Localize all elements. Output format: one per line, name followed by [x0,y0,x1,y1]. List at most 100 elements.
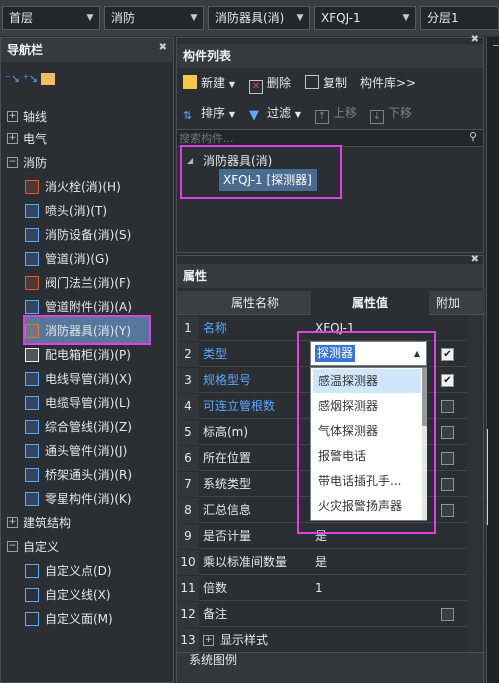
extra-checkbox[interactable] [441,478,454,491]
expand-icon[interactable]: + [203,635,214,646]
nav-group-electric[interactable]: + 电气 [1,127,173,151]
nav-item-custom-2[interactable]: 自定义面(M) [1,607,173,631]
chevron-down-icon: ▼ [86,13,94,23]
canvas-line [493,45,499,48]
copy-button[interactable]: 复制 [305,72,347,94]
property-scrollbar[interactable] [467,315,483,652]
canvas-line [487,429,499,525]
extra-checkbox[interactable]: ✔ [441,348,454,361]
row-number: 8 [177,498,199,523]
layer-select[interactable]: 分层1 [420,6,499,30]
nav-item-label: 配电箱柜(消)(P) [45,348,131,362]
new-button[interactable]: 新建 ▼ [183,72,235,94]
property-row[interactable]: 11 倍数 1 [177,576,485,601]
property-value[interactable]: 1 [315,576,323,601]
nav-group-custom[interactable]: − 自定义 [1,535,173,559]
search-input[interactable] [179,130,459,146]
move-up-label: 上移 [333,106,358,120]
extra-checkbox[interactable] [441,426,454,439]
nav-item-custom-1[interactable]: 自定义线(X) [1,583,173,607]
nav-item-fire-9[interactable]: 电缆导管(消)(L) [1,391,173,415]
property-value[interactable]: 是 [315,550,327,575]
chevron-down-icon: ▼ [402,13,410,23]
move-down-button[interactable]: ↓ 下移 [370,102,412,124]
property-row[interactable]: 10 乘以标准间数量 是 [177,550,485,575]
nav-item-fire-1[interactable]: 喷头(消)(T) [1,199,173,223]
top-toolbar: 首层 ▼ 消防 ▼ 消防器具(消) ▼ XFQJ-1 ▼ 分层1 [0,0,499,36]
nav-item-fire-7[interactable]: 配电箱柜(消)(P) [1,343,173,367]
property-name: 系统类型 [203,477,252,491]
close-icon[interactable]: ✖ [471,254,479,265]
nav-group-building[interactable]: + 建筑结构 [1,511,173,535]
delete-button[interactable]: ✕ 删除 [249,72,291,94]
component-list-title: 构件列表 [177,44,483,68]
nav-item-fire-6[interactable]: 消防器具(消)(Y) [1,315,173,345]
properties-panel: 属性 ✖ 属性名称 属性值 附加 1名称XFQJ-12类型探测器✔3规格型号✔4… [176,254,485,683]
discipline-select-value: 消防 [111,11,136,25]
nav-item-fire-8[interactable]: 电线导管(消)(X) [1,367,173,391]
nav-item-fire-0[interactable]: 消火栓(消)(H) [1,175,173,199]
column-name-header: 属性名称 [230,296,279,310]
nav-item-fire-13[interactable]: 零星构件(消)(K) [1,487,173,511]
nav-item-custom-0[interactable]: 自定义点(D) [1,559,173,583]
floor-select[interactable]: 首层 ▼ [2,6,100,30]
nav-item-label: 喷头(消)(T) [45,204,108,218]
nav-item-fire-3[interactable]: 管道(消)(G) [1,247,173,271]
expand-icon[interactable]: + [7,133,18,144]
delete-label: 删除 [267,76,292,90]
extra-checkbox[interactable] [441,608,454,621]
component-select-value: XFQJ-1 [321,11,361,25]
expand-icon[interactable]: + [7,517,18,528]
component-select[interactable]: XFQJ-1 ▼ [314,6,416,30]
filter-button[interactable]: ▼ 过滤 ▼ [249,102,301,124]
library-button[interactable]: 构件库>> [360,72,416,94]
move-up-button[interactable]: ↑ 上移 [315,102,357,124]
extra-checkbox[interactable] [441,452,454,465]
row-number: 6 [177,446,199,471]
close-icon[interactable]: ✖ [471,34,479,45]
property-row[interactable]: 13 + 显示样式 [177,628,485,653]
drawing-canvas-edge[interactable] [486,37,499,683]
copy-icon [305,75,319,89]
nav-item-label: 消防器具(消)(Y) [45,324,132,338]
nav-item-label: 通头管件(消)(J) [45,444,128,458]
nav-group-label: 消防 [23,156,48,170]
nav-group-fire[interactable]: − 消防 [1,151,173,175]
extra-checkbox[interactable]: ✔ [441,374,454,387]
row-number: 4 [177,394,199,419]
collapse-icon[interactable]: − [7,541,18,552]
search-icon[interactable]: ⚲ [469,130,477,143]
nav-item-fire-11[interactable]: 通头管件(消)(J) [1,439,173,463]
nav-group-axis[interactable]: + 轴线 [1,105,173,129]
column-extra-header: 附加 [435,296,460,310]
nav-group-label: 自定义 [23,540,60,554]
property-grid-header: 属性名称 属性值 附加 [177,291,485,315]
collapse-all-icon[interactable]: ⁻↘ [5,72,20,85]
pin-icon[interactable]: ✖ [159,42,167,53]
discipline-select[interactable]: 消防 ▼ [104,6,204,30]
extra-checkbox[interactable] [441,504,454,517]
nav-group-label: 轴线 [23,110,48,124]
nav-group-label: 电气 [23,132,48,146]
nav-item-fire-12[interactable]: 桥架通头(消)(R) [1,463,173,487]
expand-all-icon[interactable]: ⁺↘ [23,72,38,85]
nav-item-label: 管道(消)(G) [45,252,110,266]
expand-icon[interactable]: + [7,111,18,122]
property-row[interactable]: 12 备注 [177,602,485,627]
category-select[interactable]: 消防器具(消) ▼ [208,6,310,30]
extra-checkbox[interactable] [441,400,454,413]
nav-item-fire-10[interactable]: 综合管线(消)(Z) [1,415,173,439]
sort-button[interactable]: ⇅ 排序 ▼ [183,102,235,124]
row-number: 3 [177,368,199,393]
arrow-up-icon: ↑ [315,110,329,124]
property-name: 名称 [203,321,228,335]
nav-item-fire-4[interactable]: 阀门法兰(消)(F) [1,271,173,295]
component-list-panel: 构件列表 ✖ 新建 ▼ ✕ 删除 复制 构件库>> ⇅ 排序 ▼ ▼ 过滤 ▼ ↑ 上移… [176,34,484,253]
row-number: 10 [177,550,199,575]
collapse-icon[interactable]: − [7,157,18,168]
pipe-joint-icon [25,444,39,458]
edit-icon[interactable] [41,73,55,85]
chevron-down-icon: ▼ [228,80,235,89]
nav-item-fire-2[interactable]: 消防设备(消)(S) [1,223,173,247]
nav-item-label: 综合管线(消)(Z) [45,420,132,434]
